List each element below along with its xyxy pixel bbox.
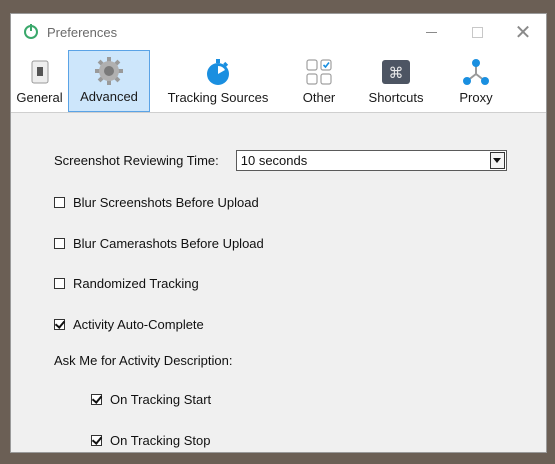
svg-text:⌘: ⌘ <box>389 64 404 82</box>
randomized-tracking-option[interactable]: Randomized Tracking <box>54 276 199 291</box>
blur-camerashots-checkbox[interactable] <box>54 238 65 249</box>
phone-icon <box>25 57 55 87</box>
activity-auto-complete-checkbox[interactable] <box>54 319 65 330</box>
screenshot-time-value: 10 seconds <box>240 153 308 168</box>
screenshot-time-label: Screenshot Reviewing Time: <box>54 153 219 168</box>
option-label: Randomized Tracking <box>73 276 199 291</box>
window-controls: ✕ <box>408 14 546 50</box>
maximize-button[interactable] <box>454 14 500 50</box>
tab-shortcuts[interactable]: ⌘ Shortcuts <box>352 50 440 112</box>
blur-camerashots-option[interactable]: Blur Camerashots Before Upload <box>54 236 264 251</box>
option-label: Activity Auto-Complete <box>73 317 204 332</box>
tab-label: General <box>16 90 63 105</box>
on-tracking-stop-option[interactable]: On Tracking Stop <box>91 433 210 448</box>
ask-description-label: Ask Me for Activity Description: <box>54 353 233 368</box>
maximize-icon <box>471 26 483 38</box>
close-button[interactable]: ✕ <box>500 14 546 50</box>
advanced-panel: Screenshot Reviewing Time: 10 seconds Bl… <box>11 113 546 452</box>
on-tracking-start-option[interactable]: On Tracking Start <box>91 392 211 407</box>
screenshot-time-select[interactable]: 10 seconds <box>235 150 507 171</box>
option-label: Blur Screenshots Before Upload <box>73 195 259 210</box>
tab-tracking-sources[interactable]: Tracking Sources <box>150 50 286 112</box>
randomized-tracking-checkbox[interactable] <box>54 278 65 289</box>
option-label: On Tracking Stop <box>110 433 211 448</box>
blur-screenshots-option[interactable]: Blur Screenshots Before Upload <box>54 195 259 210</box>
chevron-down-icon[interactable] <box>489 152 505 169</box>
app-power-icon <box>24 24 38 39</box>
screenshot-time-row: Screenshot Reviewing Time: 10 seconds <box>54 150 507 171</box>
title-bar[interactable]: Preferences ✕ <box>11 14 546 50</box>
option-label: On Tracking Start <box>110 392 212 407</box>
tab-label: Advanced <box>80 89 138 104</box>
option-label: Blur Camerashots Before Upload <box>73 236 264 251</box>
gear-icon <box>94 56 124 86</box>
ask-description-heading: Ask Me for Activity Description: <box>54 353 232 368</box>
tab-advanced[interactable]: Advanced <box>68 50 150 112</box>
network-icon <box>461 57 491 87</box>
grid-check-icon <box>304 57 334 87</box>
tab-proxy[interactable]: Proxy <box>440 50 512 112</box>
preferences-window: Preferences ✕ General Advanced Tracking … <box>10 13 547 453</box>
close-icon: ✕ <box>514 21 532 44</box>
stopwatch-icon <box>203 57 233 87</box>
on-tracking-stop-checkbox[interactable] <box>91 435 102 446</box>
preferences-tabs: General Advanced Tracking Sources Other … <box>11 50 546 113</box>
command-key-icon: ⌘ <box>381 57 411 87</box>
tab-general[interactable]: General <box>11 50 68 112</box>
tab-label: Shortcuts <box>368 90 424 105</box>
tab-label: Tracking Sources <box>167 90 269 105</box>
tab-other[interactable]: Other <box>286 50 352 112</box>
on-tracking-start-checkbox[interactable] <box>91 394 102 405</box>
activity-auto-complete-option[interactable]: Activity Auto-Complete <box>54 317 204 332</box>
window-title: Preferences <box>47 24 118 40</box>
tab-label: Other <box>302 90 336 105</box>
minimize-button[interactable] <box>408 14 454 50</box>
tab-label: Proxy <box>459 90 493 105</box>
minimize-icon <box>425 31 437 33</box>
blur-screenshots-checkbox[interactable] <box>54 197 65 208</box>
